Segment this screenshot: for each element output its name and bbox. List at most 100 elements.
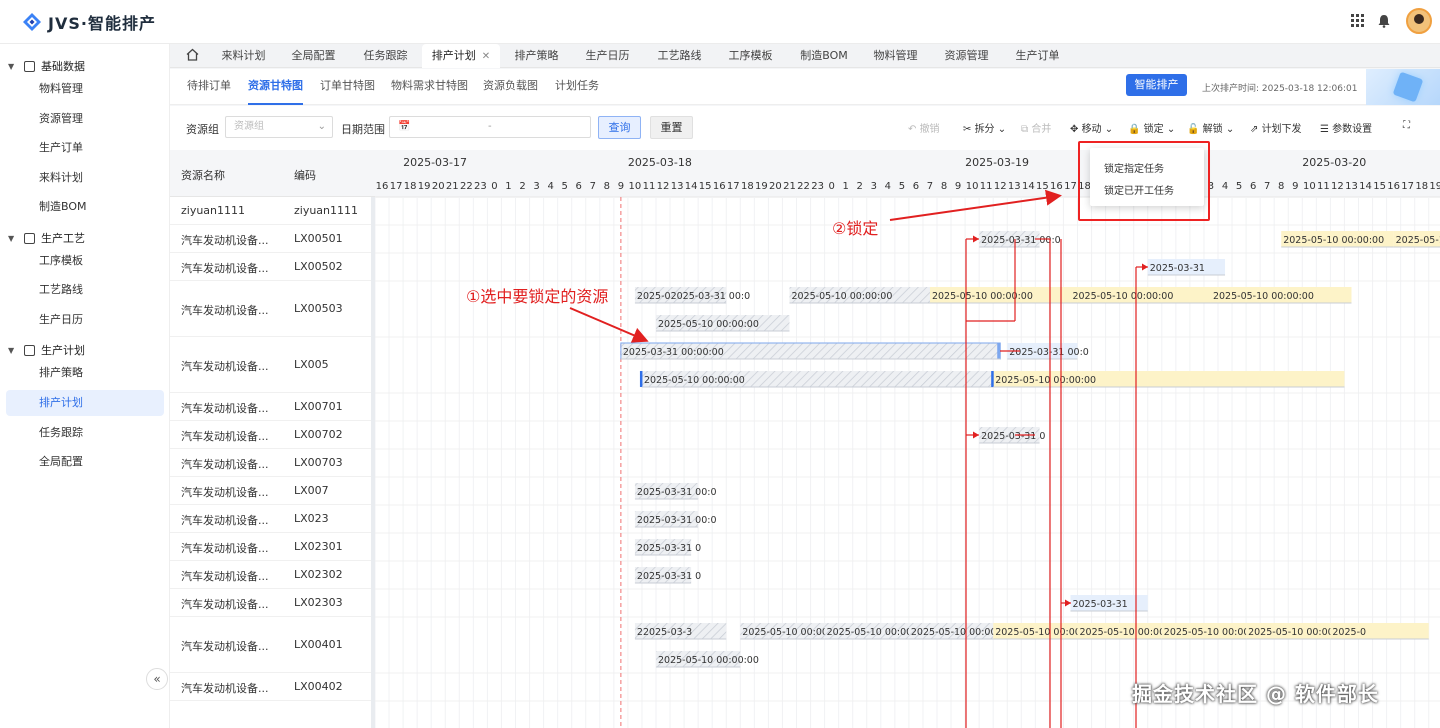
table-row[interactable]: 汽车发动机设备... LX02301 (170, 533, 371, 561)
subtab-plan-tasks[interactable]: 计划任务 (555, 69, 599, 105)
fullscreen-button[interactable]: ⛶ (1403, 120, 1410, 131)
hour-tick-label: 10 (966, 181, 979, 192)
resource-group-select[interactable]: 资源组 ⌄ (225, 116, 333, 138)
tab-route[interactable]: 工艺路线 (651, 44, 708, 68)
subtab-pending-orders[interactable]: 待排订单 (187, 69, 231, 105)
task-label: 2025-03-31 00:00:00 (623, 347, 724, 358)
undo-button[interactable]: ↶ 撤销 (908, 120, 940, 135)
tab-task-track[interactable]: 任务跟踪 (357, 44, 414, 68)
table-row[interactable]: 汽车发动机设备... LX00501 (170, 225, 371, 253)
sidebar-item-resource[interactable]: 资源管理 (6, 106, 164, 132)
dispatch-button[interactable]: ⇗ 计划下发 (1250, 120, 1302, 135)
tab-schedule-plan[interactable]: 排产计划 ✕ (422, 44, 500, 68)
unlock-button[interactable]: 🔓 解锁 ⌄ (1187, 120, 1234, 135)
task-label: 2025-02025-03-31 00:0 (637, 291, 750, 302)
sidebar-group-basic-data[interactable]: ▼ 基础数据 (8, 56, 85, 76)
reset-button[interactable]: 重置 (650, 116, 693, 139)
task-label: 2025-05-10 00:00:00 (932, 291, 1033, 302)
hour-tick-label: 4 (885, 181, 891, 192)
subtab-order-gantt[interactable]: 订单甘特图 (320, 69, 375, 105)
sidebar-collapse-button[interactable]: « (146, 668, 168, 690)
bell-icon[interactable] (1376, 14, 1392, 30)
close-icon[interactable]: ✕ (482, 51, 490, 62)
arrow-head (1065, 599, 1071, 607)
sidebar-item-calendar[interactable]: 生产日历 (6, 307, 164, 333)
sidebar-group-plan[interactable]: ▼ 生产计划 (8, 340, 85, 360)
tab-production-order[interactable]: 生产订单 (1009, 44, 1066, 68)
hour-tick-label: 17 (727, 181, 740, 192)
gantt-chart[interactable]: 2025-03-17 2025-03-18 2025-03-19 2025-03-20… (375, 151, 1440, 728)
tab-bom[interactable]: 制造BOM (794, 44, 854, 68)
subtab-resource-gantt[interactable]: 资源甘特图 (248, 69, 303, 105)
caret-down-icon: ▼ (8, 233, 15, 243)
gantt-svg[interactable]: 2025-03-17 2025-03-18 2025-03-19 2025-03-20… (375, 151, 1440, 728)
table-row[interactable]: 汽车发动机设备... LX00703 (170, 449, 371, 477)
sidebar-item-route[interactable]: 工艺路线 (6, 277, 164, 303)
hour-tick-label: 1 (505, 181, 511, 192)
resource-code-cell: LX02301 (294, 540, 343, 553)
table-row[interactable]: 汽车发动机设备... LX00701 (170, 393, 371, 421)
table-row[interactable]: 汽车发动机设备... LX02302 (170, 561, 371, 589)
sidebar-item-global-config[interactable]: 全局配置 (6, 449, 164, 475)
param-settings-button[interactable]: ☰ 参数设置 (1320, 120, 1372, 135)
tab-incoming-plan[interactable]: 来料计划 (215, 44, 272, 68)
table-row[interactable]: 汽车发动机设备... LX00502 (170, 253, 371, 281)
task-label: 2025-03-31 0 (637, 543, 701, 554)
grid-icon[interactable] (1350, 14, 1366, 30)
home-icon[interactable] (186, 48, 200, 62)
table-row[interactable]: 汽车发动机设备... LX005 (170, 337, 371, 393)
sidebar-item-bom[interactable]: 制造BOM (6, 194, 164, 220)
avatar[interactable] (1406, 8, 1432, 34)
date-range-input[interactable]: 📅 - (389, 116, 591, 138)
subtab-material-gantt[interactable]: 物料需求甘特图 (391, 69, 468, 105)
sub-tab-bar: 待排订单 资源甘特图 订单甘特图 物料需求甘特图 资源负载图 计划任务 智能排产… (170, 69, 1440, 105)
sidebar-item-strategy[interactable]: 排产策略 (6, 360, 164, 386)
sidebar-item-material[interactable]: 物料管理 (6, 76, 164, 102)
hour-tick-label: 16 (1387, 181, 1400, 192)
sidebar-item-task-track[interactable]: 任务跟踪 (6, 420, 164, 446)
table-row[interactable]: 汽车发动机设备... LX023 (170, 505, 371, 533)
table-row[interactable]: 汽车发动机设备... LX00401 (170, 617, 371, 673)
hour-tick-label: 18 (741, 181, 754, 192)
lock-button[interactable]: 🔒 锁定 ⌄ (1128, 120, 1175, 135)
sidebar-item-schedule-plan[interactable]: 排产计划 (6, 390, 164, 416)
query-button[interactable]: 查询 (598, 116, 641, 139)
tab-strategy[interactable]: 排产策略 (508, 44, 565, 68)
sidebar: ▼ 基础数据 物料管理 资源管理 生产订单 来料计划 制造BOM ▼ 生产工艺 … (0, 44, 170, 728)
table-row[interactable]: 汽车发动机设备... LX00503 (170, 281, 371, 337)
move-button[interactable]: ✥ 移动 ⌄ (1070, 120, 1113, 135)
table-row[interactable]: 汽车发动机设备... LX00702 (170, 421, 371, 449)
app-header: JVS·智能排产 (0, 0, 1440, 44)
task-label: 2025-03-31 00:0 (637, 487, 717, 498)
sidebar-item-production-order[interactable]: 生产订单 (6, 135, 164, 161)
sidebar-item-incoming-plan[interactable]: 来料计划 (6, 165, 164, 191)
tab-resource[interactable]: 资源管理 (938, 44, 995, 68)
hour-tick-label: 6 (576, 181, 582, 192)
hour-tick-label: 12 (657, 181, 670, 192)
hour-tick-label: 14 (685, 181, 698, 192)
annotation-step2: ②锁定 (832, 219, 879, 238)
sidebar-item-template[interactable]: 工序模板 (6, 248, 164, 274)
table-row[interactable]: 汽车发动机设备... LX02303 (170, 589, 371, 617)
sidebar-group-process[interactable]: ▼ 生产工艺 (8, 228, 85, 248)
hour-tick-label: 8 (941, 181, 947, 192)
app-logo[interactable]: JVS·智能排产 (22, 10, 156, 34)
tab-template[interactable]: 工序模板 (722, 44, 779, 68)
task-label: 2025-05-10 00:00:00 (658, 655, 759, 666)
subtab-resource-load[interactable]: 资源负载图 (483, 69, 538, 105)
table-row[interactable]: ziyuan1111 ziyuan1111 (170, 197, 371, 225)
smart-schedule-button[interactable]: 智能排产 (1126, 74, 1187, 96)
hour-tick-label: 2 (519, 181, 525, 192)
tab-global-config[interactable]: 全局配置 (285, 44, 342, 68)
hour-tick-label: 3 (871, 181, 877, 192)
tab-material[interactable]: 物料管理 (867, 44, 924, 68)
merge-button[interactable]: ⧉ 合并 (1021, 120, 1051, 135)
table-row[interactable]: 汽车发动机设备... LX007 (170, 477, 371, 505)
watermark: 掘金技术社区 @ 软件部长 (1132, 682, 1379, 706)
tab-calendar[interactable]: 生产日历 (579, 44, 636, 68)
split-button[interactable]: ✂ 拆分 ⌄ (963, 120, 1006, 135)
unlock-label: 解锁 (1202, 124, 1223, 135)
table-row[interactable]: 汽车发动机设备... LX00402 (170, 673, 371, 701)
resource-code-cell: LX02303 (294, 596, 343, 609)
arrow-head (973, 431, 979, 439)
